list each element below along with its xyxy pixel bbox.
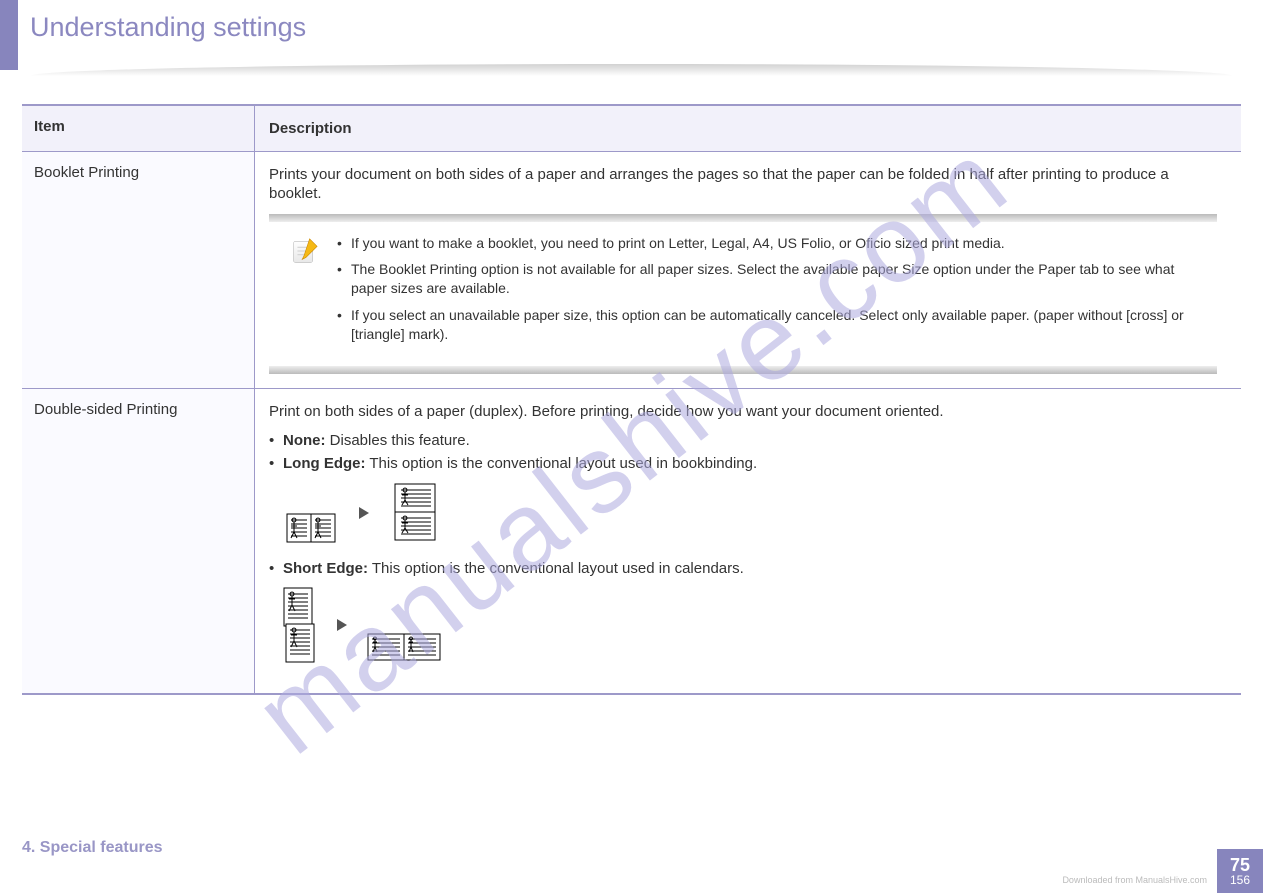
item-label: Booklet Printing — [22, 152, 255, 388]
option-label: Short Edge: — [283, 560, 368, 577]
option-long-edge: Long Edge: This option is the convention… — [269, 455, 1217, 472]
book-portrait-icon — [283, 496, 339, 544]
note-box: If you want to make a booklet, you need … — [269, 214, 1217, 374]
page-number: 75 — [1230, 856, 1250, 874]
option-short-edge: Short Edge: This option is the conventio… — [269, 560, 1217, 577]
column-header-description: Description — [255, 106, 1241, 152]
item-description-cell: Prints your document on both sides of a … — [255, 152, 1241, 388]
item-label: Double-sided Printing — [22, 389, 255, 693]
option-text: Disables this feature. — [326, 432, 470, 449]
item-description-cell: Print on both sides of a paper (duplex).… — [255, 389, 1241, 693]
page-footer: 4. Special features Downloaded from Manu… — [0, 839, 1263, 893]
note-top-bar — [269, 214, 1217, 222]
column-header-item: Item — [22, 106, 255, 152]
table-header-row: Item Description — [22, 106, 1241, 152]
option-label: None: — [283, 432, 326, 449]
item-description: Prints your document on both sides of a … — [269, 166, 1217, 204]
header-shadow — [30, 64, 1233, 76]
table-row: Booklet Printing Prints your document on… — [22, 152, 1241, 388]
option-label: Long Edge: — [283, 455, 366, 472]
stacked-portrait-icon — [389, 482, 439, 544]
item-description: Print on both sides of a paper (duplex).… — [269, 403, 1217, 422]
note-bullet: The Booklet Printing option is not avail… — [337, 260, 1197, 298]
option-text: This option is the conventional layout u… — [368, 560, 744, 577]
short-edge-illustration — [283, 587, 1217, 663]
arrow-icon — [337, 619, 347, 631]
page-title: Understanding settings — [30, 12, 306, 43]
header-accent-bar — [0, 0, 18, 70]
note-bullet: If you select an unavailable paper size,… — [337, 306, 1197, 344]
table-row: Double-sided Printing Print on both side… — [22, 388, 1241, 693]
chapter-label: 4. Special features — [22, 839, 1263, 857]
settings-table: Item Description Booklet Printing Prints… — [22, 104, 1241, 695]
calendar-landscape-icon — [367, 633, 443, 663]
arrow-icon — [359, 507, 369, 519]
note-bullets: If you want to make a booklet, you need … — [337, 234, 1197, 352]
long-edge-illustration — [283, 482, 1217, 544]
note-icon — [289, 236, 319, 266]
footer-source-note: Downloaded from ManualsHive.com — [1062, 875, 1207, 885]
page-total: 156 — [1230, 874, 1250, 886]
option-none: None: Disables this feature. — [269, 432, 1217, 449]
page-header: Understanding settings — [0, 0, 1263, 70]
option-text: This option is the conventional layout u… — [366, 455, 758, 472]
page-number-box: 75 156 — [1217, 849, 1263, 893]
note-bullet: If you want to make a booklet, you need … — [337, 234, 1197, 253]
note-bottom-bar — [269, 366, 1217, 374]
